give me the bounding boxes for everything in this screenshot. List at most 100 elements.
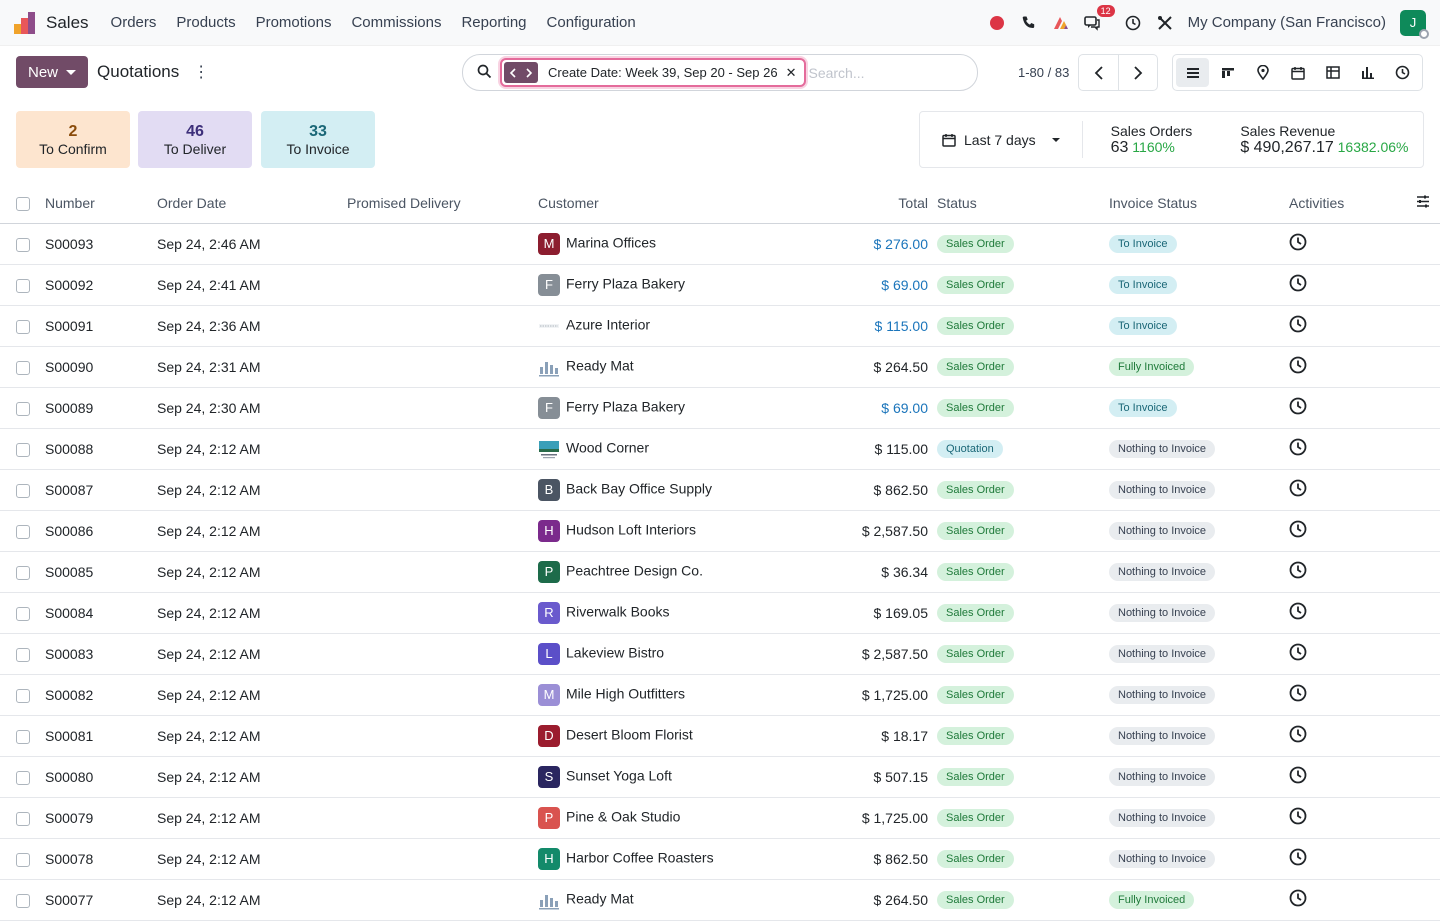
table-row[interactable]: S00083 Sep 24, 2:12 AM L Lakeview Bistro $ 2…: [0, 633, 1440, 675]
kebab-menu-icon[interactable]: ⋮: [193, 62, 209, 82]
activity-clock-icon[interactable]: [1289, 684, 1307, 702]
activity-clock-icon[interactable]: [1289, 643, 1307, 661]
table-row[interactable]: S00089 Sep 24, 2:30 AM F Ferry Plaza Bakery…: [0, 387, 1440, 429]
row-checkbox[interactable]: [16, 524, 30, 539]
pivot-view-icon[interactable]: [1316, 58, 1349, 87]
menu-promotions[interactable]: Promotions: [256, 14, 332, 31]
search-bar[interactable]: Create Date: Week 39, Sep 20 - Sep 26 ✕: [462, 54, 978, 91]
row-checkbox[interactable]: [16, 647, 30, 662]
row-checkbox[interactable]: [16, 442, 30, 457]
row-checkbox[interactable]: [16, 401, 30, 416]
activity-clock-icon[interactable]: [1289, 602, 1307, 620]
table-row[interactable]: S00092 Sep 24, 2:41 AM F Ferry Plaza Bakery…: [0, 264, 1440, 306]
row-checkbox[interactable]: [16, 688, 30, 703]
table-row[interactable]: S00091 Sep 24, 2:36 AM Azure Interior $ 115…: [0, 305, 1440, 347]
table-row[interactable]: S00078 Sep 24, 2:12 AM H Harbor Coffee Roas…: [0, 838, 1440, 880]
row-checkbox[interactable]: [16, 606, 30, 621]
activity-clock-icon[interactable]: [1289, 479, 1307, 497]
table-row[interactable]: S00080 Sep 24, 2:12 AM S Sunset Yoga Loft $ …: [0, 756, 1440, 798]
table-row[interactable]: S00093 Sep 24, 2:46 AM M Marina Offices $ 27…: [0, 223, 1440, 265]
row-checkbox[interactable]: [16, 360, 30, 375]
row-checkbox[interactable]: [16, 893, 30, 908]
menu-reporting[interactable]: Reporting: [461, 14, 526, 31]
optional-columns-icon[interactable]: [1416, 195, 1430, 211]
app-name[interactable]: Sales: [46, 13, 89, 33]
table-row[interactable]: S00084 Sep 24, 2:12 AM R Riverwalk Books $ 1…: [0, 592, 1440, 634]
activity-clock-icon[interactable]: [1289, 233, 1307, 251]
column-order-date[interactable]: Order Date: [157, 183, 347, 224]
activity-clock-icon[interactable]: [1289, 807, 1307, 825]
table-row[interactable]: S00079 Sep 24, 2:12 AM P Pine & Oak Studio $…: [0, 797, 1440, 839]
activity-clock-icon[interactable]: [1289, 561, 1307, 579]
table-row[interactable]: S00086 Sep 24, 2:12 AM H Hudson Loft Interi…: [0, 510, 1440, 552]
pager-previous-button[interactable]: [1079, 55, 1118, 90]
user-avatar[interactable]: J: [1400, 9, 1429, 39]
tools-icon[interactable]: [1156, 14, 1174, 32]
graph-view-icon[interactable]: [1351, 58, 1384, 87]
row-checkbox[interactable]: [16, 237, 30, 252]
phone-icon[interactable]: [1020, 14, 1038, 32]
table-row[interactable]: S00088 Sep 24, 2:12 AM Wood Corner $ 115.00…: [0, 428, 1440, 470]
sales-app-icon[interactable]: [14, 11, 36, 34]
column-number[interactable]: Number: [45, 183, 157, 224]
activity-clock-icon[interactable]: [1289, 438, 1307, 456]
activity-clock-icon[interactable]: [1289, 315, 1307, 333]
column-promised-delivery[interactable]: Promised Delivery: [347, 183, 538, 224]
select-all-checkbox[interactable]: [16, 196, 30, 211]
to-invoice-tile[interactable]: 33 To Invoice: [261, 111, 375, 168]
table-row[interactable]: S00081 Sep 24, 2:12 AM D Desert Bloom Flori…: [0, 715, 1440, 757]
activity-view-icon[interactable]: [1386, 58, 1419, 87]
menu-commissions[interactable]: Commissions: [351, 14, 441, 31]
period-dropdown[interactable]: Last 7 days: [920, 121, 1083, 158]
activity-clock-icon[interactable]: [1124, 14, 1142, 32]
to-deliver-tile[interactable]: 46 To Deliver: [138, 111, 252, 168]
messages-icon[interactable]: 12: [1084, 4, 1115, 32]
row-checkbox[interactable]: [16, 278, 30, 293]
table-row[interactable]: S00082 Sep 24, 2:12 AM M Mile High Outfitte…: [0, 674, 1440, 716]
activity-clock-icon[interactable]: [1289, 848, 1307, 866]
row-checkbox[interactable]: [16, 852, 30, 867]
facet-period-nav[interactable]: [504, 62, 538, 83]
list-view-icon[interactable]: [1176, 58, 1209, 87]
activity-clock-icon[interactable]: [1289, 397, 1307, 415]
record-icon[interactable]: [988, 14, 1006, 32]
activity-clock-icon[interactable]: [1289, 766, 1307, 784]
pager-value[interactable]: 1-80 / 83: [1018, 65, 1069, 80]
new-button[interactable]: New: [16, 56, 89, 88]
menu-orders[interactable]: Orders: [111, 14, 157, 31]
search-input[interactable]: [808, 64, 969, 81]
table-row[interactable]: S00087 Sep 24, 2:12 AM B Back Bay Office Su…: [0, 469, 1440, 511]
activity-clock-icon[interactable]: [1289, 274, 1307, 292]
activity-clock-icon[interactable]: [1289, 725, 1307, 743]
to-confirm-tile[interactable]: 2 To Confirm: [16, 111, 130, 168]
row-checkbox[interactable]: [16, 565, 30, 580]
activity-clock-icon[interactable]: [1289, 520, 1307, 538]
sales-orders-kpi[interactable]: Sales Orders 63 1160%: [1083, 123, 1193, 157]
row-checkbox[interactable]: [16, 770, 30, 785]
table-row[interactable]: S00085 Sep 24, 2:12 AM P Peachtree Design C…: [0, 551, 1440, 593]
menu-products[interactable]: Products: [176, 14, 235, 31]
column-invoice-status[interactable]: Invoice Status: [1109, 183, 1289, 224]
search-icon[interactable]: [477, 64, 492, 82]
activity-clock-icon[interactable]: [1289, 889, 1307, 907]
row-checkbox[interactable]: [16, 811, 30, 826]
row-checkbox[interactable]: [16, 729, 30, 744]
search-facet[interactable]: Create Date: Week 39, Sep 20 - Sep 26 ✕: [500, 58, 807, 87]
ai-icon[interactable]: [1052, 14, 1070, 32]
pager-next-button[interactable]: [1118, 55, 1157, 90]
company-switcher[interactable]: My Company (San Francisco): [1188, 14, 1386, 31]
column-status[interactable]: Status: [937, 183, 1109, 224]
activity-clock-icon[interactable]: [1289, 356, 1307, 374]
row-checkbox[interactable]: [16, 483, 30, 498]
table-row[interactable]: S00090 Sep 24, 2:31 AM Ready Mat $ 264.50 Sa…: [0, 346, 1440, 388]
column-customer[interactable]: Customer: [538, 183, 738, 224]
menu-configuration[interactable]: Configuration: [547, 14, 636, 31]
remove-facet-icon[interactable]: ✕: [786, 65, 803, 81]
sales-revenue-kpi[interactable]: Sales Revenue $ 490,267.17 16382.06%: [1192, 123, 1408, 157]
column-total[interactable]: Total: [738, 183, 937, 224]
calendar-view-icon[interactable]: [1281, 58, 1314, 87]
kanban-view-icon[interactable]: [1211, 58, 1244, 87]
column-activities[interactable]: Activities: [1289, 183, 1440, 224]
map-view-icon[interactable]: [1246, 58, 1279, 87]
row-checkbox[interactable]: [16, 319, 30, 334]
